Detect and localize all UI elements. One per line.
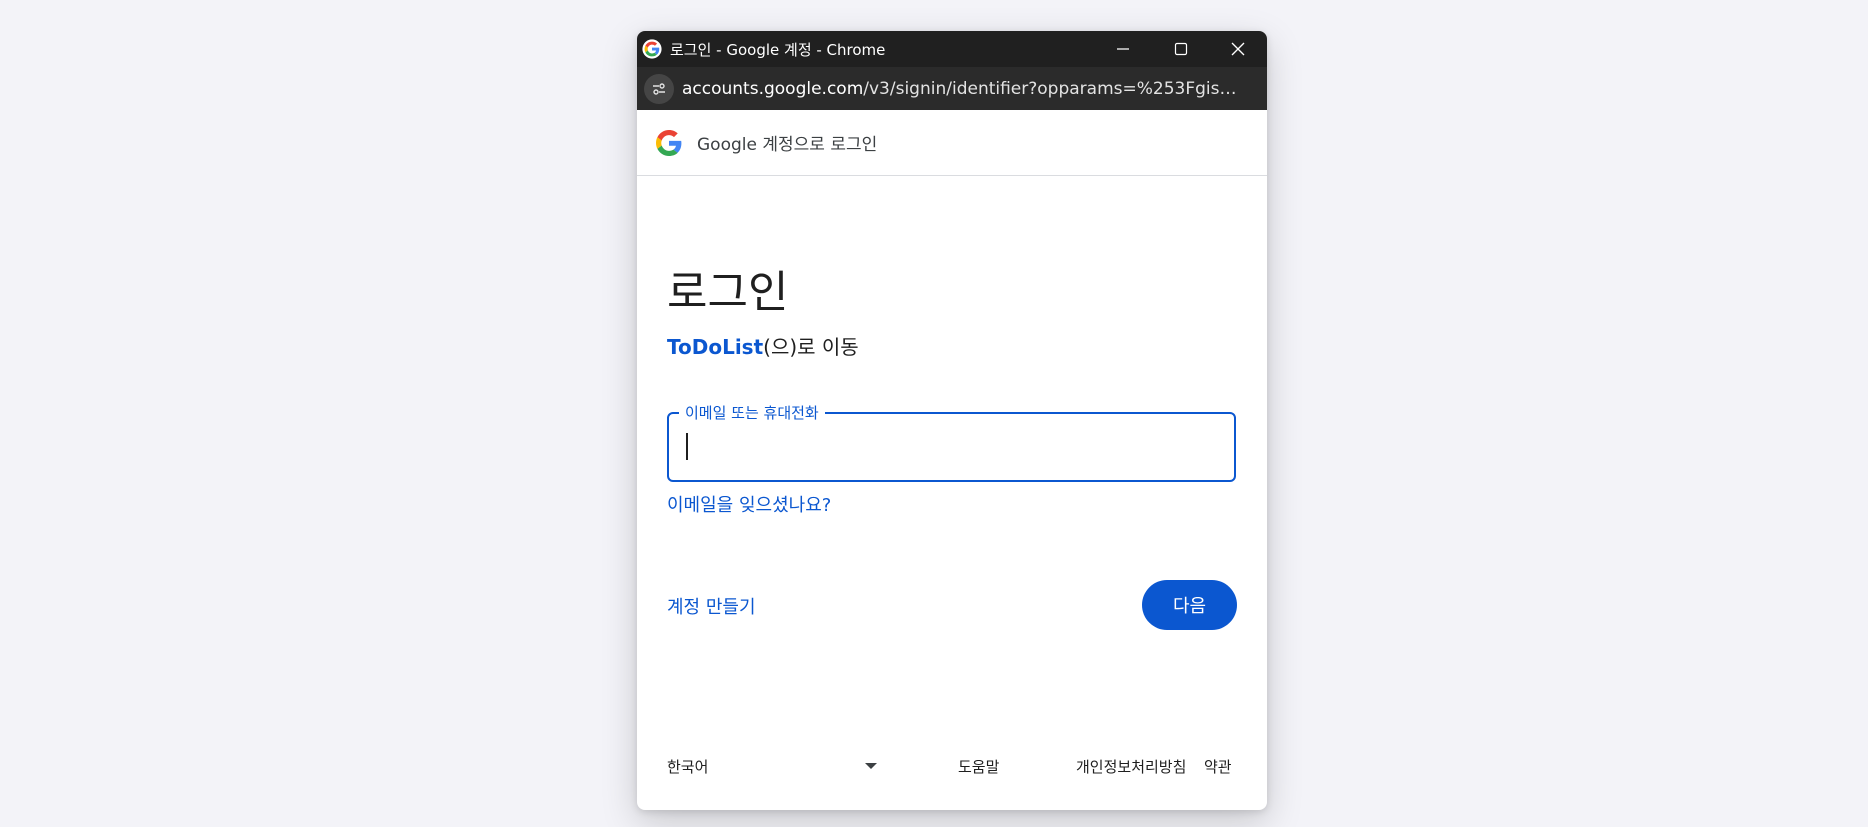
email-field-label: 이메일 또는 휴대전화 (679, 402, 825, 423)
browser-popup-window: 로그인 - Google 계정 - Chrome accounts.google… (637, 31, 1267, 810)
title-bar[interactable]: 로그인 - Google 계정 - Chrome (637, 31, 1267, 67)
language-selector[interactable]: 한국어 (667, 756, 708, 777)
app-name-link[interactable]: ToDoList (667, 335, 763, 359)
signin-header-label: 계정으로 로그인 (756, 135, 878, 155)
google-logo-icon (656, 129, 682, 156)
privacy-link[interactable]: 개인정보처리방침 (1076, 756, 1186, 777)
maximize-icon (1174, 42, 1188, 56)
url-path: /v3/signin/identifier?opparams=%253Fgis_… (863, 78, 1242, 99)
close-button[interactable] (1209, 31, 1267, 67)
help-link[interactable]: 도움말 (958, 756, 999, 777)
email-input[interactable] (685, 431, 1215, 463)
address-bar: accounts.google.com/v3/signin/identifier… (637, 67, 1267, 110)
minimize-button[interactable] (1094, 31, 1152, 67)
site-info-button[interactable] (644, 73, 674, 104)
signin-header-brand: Google (697, 135, 757, 155)
terms-link[interactable]: 약관 (1204, 756, 1232, 777)
url-text[interactable]: accounts.google.com/v3/signin/identifier… (682, 79, 1242, 99)
maximize-button[interactable] (1152, 31, 1210, 67)
create-account-link[interactable]: 계정 만들기 (667, 593, 756, 619)
page-title: 로그인 (667, 267, 789, 318)
forgot-email-link[interactable]: 이메일을 잊으셨나요? (667, 491, 831, 517)
tune-icon (653, 82, 665, 95)
close-icon (1231, 42, 1245, 56)
signin-header-text: Google 계정으로 로그인 (697, 130, 877, 155)
google-signin-header: Google 계정으로 로그인 (637, 110, 1267, 176)
url-host: accounts.google.com (682, 78, 864, 99)
window-title: 로그인 - Google 계정 - Chrome (670, 40, 886, 59)
subtitle-suffix: (으)로 이동 (763, 335, 859, 359)
next-button[interactable]: 다음 (1142, 580, 1237, 630)
text-caret (686, 433, 688, 460)
caret-down-icon[interactable] (865, 762, 877, 770)
signin-content: 로그인 ToDoList(으)로 이동 이메일 또는 휴대전화 이메일을 잊으셨… (667, 176, 1237, 810)
google-g-icon (642, 39, 662, 59)
email-field[interactable]: 이메일 또는 휴대전화 (667, 402, 1236, 482)
minimize-icon (1117, 48, 1129, 50)
signin-subtitle: ToDoList(으)로 이동 (667, 331, 859, 360)
footer: 한국어 도움말 개인정보처리방침 약관 (667, 756, 1237, 786)
